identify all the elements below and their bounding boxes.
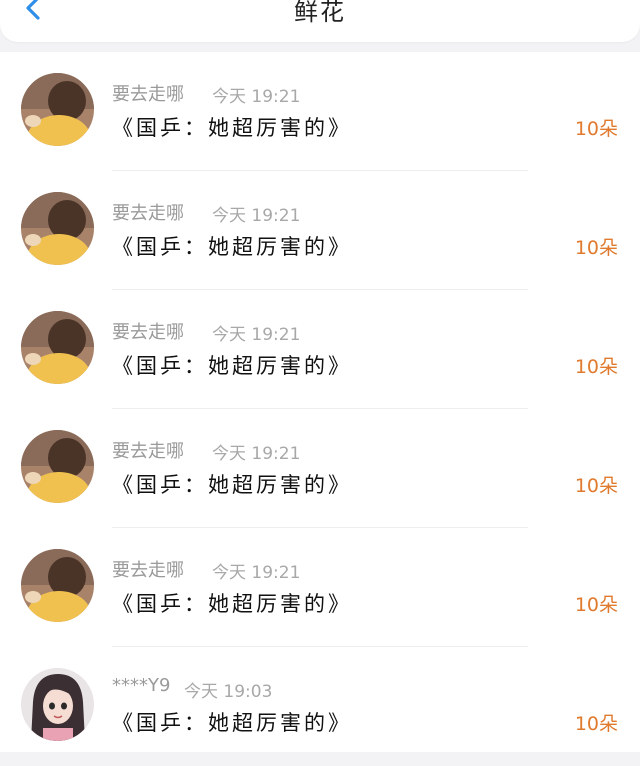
message-text: 《国乒：她超厉害的》 (112, 592, 352, 616)
flower-count: 10朵 (574, 118, 618, 140)
child-photo-avatar-image (21, 73, 94, 146)
avatar[interactable] (21, 311, 94, 384)
list-item[interactable]: 要去走哪 今天 19:21 《国乒：她超厉害的》 10朵 (0, 171, 640, 290)
list-item[interactable]: 要去走哪 今天 19:21 《国乒：她超厉害的》 10朵 (0, 409, 640, 528)
child-photo-avatar-image (21, 311, 94, 384)
list-item[interactable]: ****Y9 今天 19:03 《国乒：她超厉害的》 10朵 (0, 647, 640, 766)
anime-girl-avatar-image (21, 668, 94, 741)
flower-count: 10朵 (574, 237, 618, 259)
timestamp: 今天 19:03 (184, 682, 273, 702)
flower-count: 10朵 (574, 594, 618, 616)
timestamp: 今天 19:21 (212, 563, 301, 583)
flower-count: 10朵 (574, 475, 618, 497)
message-text: 《国乒：她超厉害的》 (112, 116, 352, 140)
username: 要去走哪 (112, 203, 184, 224)
username: 要去走哪 (112, 322, 184, 343)
avatar[interactable] (21, 668, 94, 741)
flower-count: 10朵 (574, 713, 618, 735)
child-photo-avatar-image (21, 549, 94, 622)
message-text: 《国乒：她超厉害的》 (112, 354, 352, 378)
list-item[interactable]: 要去走哪 今天 19:21 《国乒：她超厉害的》 10朵 (0, 52, 640, 171)
timestamp: 今天 19:21 (212, 87, 301, 107)
timestamp: 今天 19:21 (212, 325, 301, 345)
message-text: 《国乒：她超厉害的》 (112, 235, 352, 259)
page-title: 鲜花 (294, 0, 346, 26)
nav-bar: 鲜花 (0, 0, 640, 42)
list-item[interactable]: 要去走哪 今天 19:21 《国乒：她超厉害的》 10朵 (0, 528, 640, 647)
child-photo-avatar-image (21, 192, 94, 265)
avatar[interactable] (21, 192, 94, 265)
child-photo-avatar-image (21, 430, 94, 503)
timestamp: 今天 19:21 (212, 444, 301, 464)
avatar[interactable] (21, 430, 94, 503)
message-text: 《国乒：她超厉害的》 (112, 473, 352, 497)
list-item[interactable]: 要去走哪 今天 19:21 《国乒：她超厉害的》 10朵 (0, 290, 640, 409)
avatar[interactable] (21, 549, 94, 622)
username: ****Y9 (112, 675, 171, 696)
username: 要去走哪 (112, 84, 184, 105)
avatar[interactable] (21, 73, 94, 146)
username: 要去走哪 (112, 441, 184, 462)
flower-record-list: 要去走哪 今天 19:21 《国乒：她超厉害的》 10朵 要去走哪 今天 19:… (0, 52, 640, 752)
timestamp: 今天 19:21 (212, 206, 301, 226)
flower-count: 10朵 (574, 356, 618, 378)
message-text: 《国乒：她超厉害的》 (112, 711, 352, 735)
username: 要去走哪 (112, 560, 184, 581)
